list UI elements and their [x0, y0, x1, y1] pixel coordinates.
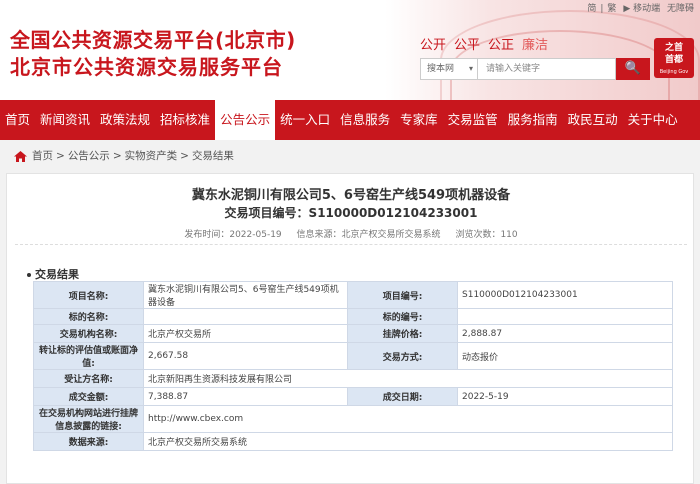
label-project-name: 项目名称: [33, 281, 144, 309]
label-deal-date: 成交日期: [347, 387, 458, 406]
slogan-gongzheng: 公正 [488, 38, 515, 53]
value-listing-price: 2,888.87 [457, 324, 673, 343]
breadcrumb-home[interactable]: 首页 [32, 147, 53, 165]
article-meta: 发布时间：2022-05-19 信息来源：北京产权交易所交易系统 浏览次数：11… [7, 227, 695, 240]
bullet-icon [27, 273, 31, 277]
search-scope-select[interactable]: 搜本网 ▾ [420, 58, 478, 80]
search-button[interactable]: 🔍 [616, 58, 650, 80]
value-institution: 北京产权交易所 [143, 324, 348, 343]
slogans: 公开 公平 公正 廉洁 [420, 34, 556, 53]
publish-time: 发布时间：2022-05-19 [184, 230, 282, 240]
label-valuation: 转让标的评估值或账面净值: [33, 342, 144, 370]
top-links: 简 | 繁 ▶ 移动端 无障碍 [583, 1, 694, 14]
nav-item-supervision[interactable]: 交易监管 [443, 100, 503, 140]
home-icon [14, 150, 27, 162]
breadcrumb-separator: > [56, 150, 65, 162]
slogan-lianjie: 廉洁 [522, 38, 549, 53]
breadcrumb-separator: > [112, 150, 122, 162]
main-nav: 首页 新闻资讯 政策法规 招标核准 公告公示 统一入口 信息服务 专家库 交易监… [0, 100, 700, 140]
label-project-code: 项目编号: [347, 281, 458, 309]
value-trade-method: 动态报价 [457, 342, 673, 370]
breadcrumb-result[interactable]: 交易结果 [192, 147, 234, 165]
table-row: 交易机构名称: 北京产权交易所 挂牌价格: 2,888.87 [33, 324, 673, 343]
nav-item-home[interactable]: 首页 [0, 100, 35, 140]
nav-item-service-guide[interactable]: 服务指南 [503, 100, 563, 140]
slogan-gongping: 公平 [454, 38, 481, 53]
label-disclosure-link: 在交易机构网站进行挂牌信息披露的链接: [33, 405, 144, 433]
nav-item-announcements[interactable]: 公告公示 [215, 100, 276, 140]
nav-item-info-service[interactable]: 信息服务 [335, 100, 395, 140]
logo-text: 首都 [664, 55, 683, 65]
table-row: 转让标的评估值或账面净值: 2,667.58 交易方式: 动态报价 [33, 342, 673, 370]
result-table: 项目名称: 冀东水泥铜川有限公司5、6号窑生产线549项机器设备 项目编号: S… [33, 281, 673, 451]
search-bar: 搜本网 ▾ 请输入关键字 🔍 [420, 58, 650, 80]
value-transferee: 北京新阳再生资源科技发展有限公司 [143, 369, 673, 388]
search-icon: 🔍 [624, 61, 642, 76]
label-data-source: 数据来源: [33, 432, 144, 451]
table-row: 成交金额: 7,388.87 成交日期: 2022-5-19 [33, 387, 673, 406]
value-valuation: 2,667.58 [143, 342, 348, 370]
divider [15, 244, 687, 245]
table-row: 在交易机构网站进行挂牌信息披露的链接: http://www.cbex.com [33, 405, 673, 433]
label-deal-amount: 成交金额: [33, 387, 144, 406]
site-title-beijing: 北京市公共资源交易服务平台 [10, 55, 283, 79]
label-trade-method: 交易方式: [347, 342, 458, 370]
table-row: 标的名称: 标的编号: [33, 308, 673, 325]
value-deal-amount: 7,388.87 [143, 387, 348, 406]
simplified-link[interactable]: 简 [587, 4, 596, 14]
traditional-link[interactable]: 繁 [607, 4, 616, 14]
search-scope-label: 搜本网 [427, 64, 455, 74]
value-project-name: 冀东水泥铜川有限公司5、6号窑生产线549项机器设备 [143, 281, 348, 309]
info-source: 信息来源：北京产权交易所交易系统 [296, 230, 441, 240]
nav-item-bid-approval[interactable]: 招标核准 [155, 100, 215, 140]
table-row: 数据来源: 北京产权交易所交易系统 [33, 432, 673, 451]
label-target-code: 标的编号: [347, 308, 458, 325]
value-disclosure-link[interactable]: http://www.cbex.com [143, 405, 673, 433]
breadcrumb-physical-assets[interactable]: 实物资产类 [125, 147, 178, 165]
accessibility-link[interactable]: 无障碍 [667, 4, 694, 14]
table-row: 项目名称: 冀东水泥铜川有限公司5、6号窑生产线549项机器设备 项目编号: S… [33, 281, 673, 309]
value-data-source: 北京产权交易所交易系统 [143, 432, 673, 451]
value-project-code: S110000D012104233001 [457, 281, 673, 309]
nav-item-policy[interactable]: 政策法规 [95, 100, 155, 140]
article-title: 冀东水泥铜川有限公司5、6号窑生产线549项机器设备 [191, 188, 511, 203]
mobile-link[interactable]: ▶ 移动端 [623, 4, 660, 14]
label-target-name: 标的名称: [33, 308, 144, 325]
nav-item-unified-entry[interactable]: 统一入口 [275, 100, 335, 140]
chevron-down-icon: ▾ [468, 64, 473, 73]
label-listing-price: 挂牌价格: [347, 324, 458, 343]
nav-item-interaction[interactable]: 政民互动 [563, 100, 623, 140]
site-header: 全国公共资源交易平台(北京市) 北京市公共资源交易服务平台 简 | 繁 ▶ 移动端 … [0, 0, 700, 100]
project-code: 交易项目编号：S110000D012104233001 [224, 206, 478, 220]
view-count: 浏览次数：110 [455, 230, 518, 240]
article-panel: 冀东水泥铜川有限公司5、6号窑生产线549项机器设备 交易项目编号：S11000… [6, 173, 694, 484]
nav-item-news[interactable]: 新闻资讯 [35, 100, 95, 140]
site-title-national: 全国公共资源交易平台(北京市) [10, 28, 296, 52]
nav-item-about[interactable]: 关于中心 [623, 100, 683, 140]
section-heading-text: 交易结果 [35, 268, 79, 281]
logo-text: 之首 [664, 43, 683, 53]
slogan-gongkai: 公开 [420, 38, 447, 53]
value-target-code [457, 308, 673, 325]
beijing-gov-logo[interactable]: 之首 首都 Beijing Gov [654, 38, 694, 78]
nav-item-expert-library[interactable]: 专家库 [395, 100, 443, 140]
breadcrumb-announcements[interactable]: 公告公示 [68, 147, 110, 165]
label-institution: 交易机构名称: [33, 324, 144, 343]
value-target-name [143, 308, 348, 325]
logo-subtext: Beijing Gov [659, 69, 689, 75]
breadcrumb-separator: > [180, 150, 189, 162]
table-row: 受让方名称: 北京新阳再生资源科技发展有限公司 [33, 369, 673, 388]
search-input[interactable]: 请输入关键字 [478, 58, 616, 80]
top-links-separator: | [600, 4, 604, 14]
section-heading: 交易结果 [27, 266, 79, 282]
label-transferee: 受让方名称: [33, 369, 144, 388]
value-deal-date: 2022-5-19 [457, 387, 673, 406]
breadcrumb: 首页 > 公告公示 > 实物资产类 > 交易结果 [14, 147, 234, 165]
